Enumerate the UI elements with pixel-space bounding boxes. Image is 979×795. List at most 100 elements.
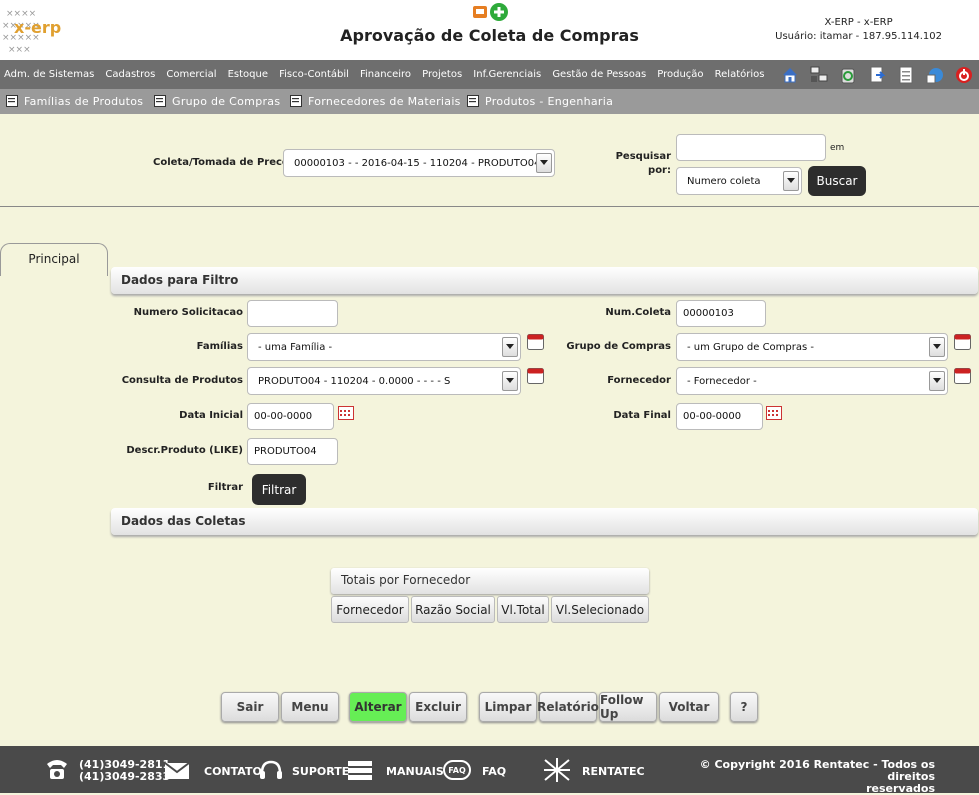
phone-icon [47, 760, 67, 779]
numero-solicitacao-input[interactable] [247, 300, 338, 327]
fornecedor-label: Fornecedor [607, 375, 671, 386]
data-inicial-input[interactable]: 00-00-0000 [247, 403, 334, 430]
numero-solicitacao-label: Numero Solicitacao [133, 307, 243, 318]
company-name: X-ERP - x-ERP [824, 17, 893, 28]
submenu-grupo-compras[interactable]: Grupo de Compras [154, 89, 280, 114]
tab-principal[interactable]: Principal [0, 243, 108, 276]
footer-rentatec[interactable]: RENTATEC [582, 765, 645, 778]
svg-text:×××: ××× [8, 45, 31, 54]
section-dados-filtro-title: Dados para Filtro [121, 273, 239, 287]
relatorio-button[interactable]: Relatório [537, 692, 599, 722]
descr-produto-input[interactable]: PRODUTO04 [247, 438, 338, 465]
num-coleta-input[interactable]: 00000103 [676, 300, 766, 327]
menu-comercial[interactable]: Comercial [166, 60, 216, 89]
footer-contato[interactable]: CONTATO [204, 765, 262, 778]
top-icons [472, 3, 512, 27]
submenu-fornecedores[interactable]: Fornecedores de Materiais [290, 89, 461, 114]
user-info: Usuário: itamar - 187.95.114.102 [775, 31, 942, 42]
totals-header: Totais por Fornecedor [331, 568, 649, 594]
descr-produto-label: Descr.Produto (LIKE) [126, 445, 243, 456]
data-final-label: Data Final [613, 410, 671, 421]
voltar-button[interactable]: Voltar [659, 692, 719, 722]
note-icon [290, 95, 302, 107]
books-icon[interactable] [346, 759, 374, 781]
network-icon[interactable] [808, 64, 830, 86]
document-arrow-icon[interactable] [866, 64, 888, 86]
fornecedor-select[interactable]: - Fornecedor - [676, 367, 948, 395]
column-fornecedor[interactable]: Fornecedor [331, 596, 409, 623]
data-inicial-label: Data Inicial [179, 410, 243, 421]
list-document-icon[interactable] [895, 64, 917, 86]
sair-button[interactable]: Sair [221, 692, 279, 722]
data-final-input[interactable]: 00-00-0000 [676, 403, 763, 430]
recycle-icon[interactable] [837, 64, 859, 86]
familias-select[interactable]: - uma Família - [247, 333, 521, 361]
data-inicial-calendar-icon[interactable] [338, 406, 354, 420]
menu-relatorios[interactable]: Relatórios [715, 60, 765, 89]
faq-bubble-icon[interactable]: FAQ [443, 760, 471, 780]
coleta-label: Coleta/Tomada de Precos [153, 157, 295, 168]
footer-manuais[interactable]: MANUAIS [386, 765, 444, 778]
add-icon[interactable] [490, 3, 508, 21]
alterar-button[interactable]: Alterar [349, 692, 407, 722]
chevron-down-icon [502, 337, 518, 357]
pesquisar-label: Pesquisar por: [615, 151, 671, 176]
menu-cadastros[interactable]: Cadastros [105, 60, 155, 89]
submenu-produtos-engenharia[interactable]: Produtos - Engenharia [467, 89, 613, 114]
search-input[interactable] [676, 134, 826, 161]
search-by-select[interactable]: Numero coleta [676, 167, 802, 195]
filtrar-button[interactable]: Filtrar [252, 474, 306, 505]
sub-menu: Famílias de Produtos Grupo de Compras Fo… [0, 89, 979, 114]
menu-fisco-contabil[interactable]: Fisco-Contábil [279, 60, 349, 89]
menu-inf-gerenciais[interactable]: Inf.Gerenciais [473, 60, 541, 89]
column-razao-social[interactable]: Razão Social [411, 596, 495, 623]
coleta-select-value: 00000103 - - 2016-04-15 - 110204 - PRODU… [294, 157, 541, 169]
excluir-button[interactable]: Excluir [409, 692, 467, 722]
familias-calendar-icon[interactable] [527, 334, 544, 350]
note-icon [467, 95, 479, 107]
coleta-select[interactable]: 00000103 - - 2016-04-15 - 110204 - PRODU… [283, 149, 555, 177]
fornecedor-select-value: - Fornecedor - [687, 375, 757, 387]
menu-estoque[interactable]: Estoque [228, 60, 268, 89]
consulta-produtos-label: Consulta de Produtos [121, 375, 243, 386]
footer-suporte[interactable]: SUPORTE [292, 765, 349, 778]
menu-projetos[interactable]: Projetos [422, 60, 462, 89]
fornecedor-calendar-icon[interactable] [954, 368, 971, 384]
column-vl-total[interactable]: Vl.Total [497, 596, 549, 623]
chevron-down-icon [929, 337, 945, 357]
submenu-fornecedores-label: Fornecedores de Materiais [308, 95, 461, 108]
menu-icons [779, 64, 975, 86]
grupo-compras-select[interactable]: - um Grupo de Compras - [676, 333, 948, 361]
presentation-icon[interactable] [473, 6, 487, 18]
globe-user-icon[interactable] [924, 64, 946, 86]
headset-icon[interactable] [258, 759, 284, 783]
grupo-calendar-icon[interactable] [954, 334, 971, 350]
column-vl-selecionado[interactable]: Vl.Selecionado [551, 596, 649, 623]
consulta-calendar-icon[interactable] [527, 368, 544, 384]
buscar-button[interactable]: Buscar [808, 166, 866, 196]
section-dados-coletas-title: Dados das Coletas [121, 514, 246, 528]
chevron-down-icon [536, 153, 552, 173]
menu-financeiro[interactable]: Financeiro [360, 60, 411, 89]
home-icon[interactable] [779, 64, 801, 86]
envelope-icon[interactable] [164, 762, 190, 780]
section-dados-filtro: Dados para Filtro [111, 267, 978, 294]
company-info: X-ERP - x-ERP Usuário: itamar - 187.95.1… [775, 16, 942, 44]
menu-button[interactable]: Menu [281, 692, 339, 722]
menu-gestao-pessoas[interactable]: Gestão de Pessoas [552, 60, 646, 89]
submenu-familias[interactable]: Famílias de Produtos [6, 89, 143, 114]
consulta-produtos-select[interactable]: PRODUTO04 - 110204 - 0.0000 - - - - S [247, 367, 521, 395]
menu-producao[interactable]: Produção [657, 60, 703, 89]
help-button[interactable]: ? [730, 692, 758, 722]
limpar-button[interactable]: Limpar [479, 692, 537, 722]
footer-faq[interactable]: FAQ [482, 765, 506, 778]
tab-principal-label: Principal [28, 252, 80, 266]
note-icon [6, 95, 18, 107]
submenu-grupo-label: Grupo de Compras [172, 95, 281, 108]
power-icon[interactable] [953, 64, 975, 86]
rentatec-logo-icon [544, 758, 570, 782]
data-final-calendar-icon[interactable] [766, 406, 782, 420]
menu-adm-sistemas[interactable]: Adm. de Sistemas [4, 60, 94, 89]
follow-up-button[interactable]: Follow Up [599, 692, 657, 722]
chevron-down-icon [783, 171, 799, 191]
